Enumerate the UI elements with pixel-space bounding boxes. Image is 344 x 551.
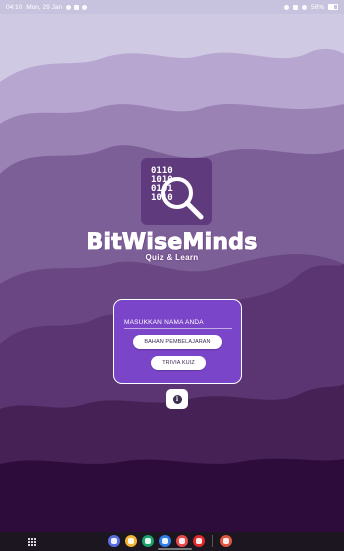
- status-left: 04:10 Mon, 29 Jan: [6, 3, 88, 11]
- messages-app-icon[interactable]: [108, 535, 120, 547]
- status-date: Mon, 29 Jan: [26, 3, 63, 11]
- status-right: 58%: [283, 3, 338, 11]
- battery-icon: [328, 4, 338, 10]
- app-tagline: Quiz & Learn: [145, 253, 199, 262]
- notification-icons: [66, 4, 88, 10]
- app-title: BitWiseMinds: [86, 230, 258, 256]
- app-screen: 04:10 Mon, 29 Jan 58% 0110 1010 0101 101: [0, 0, 344, 551]
- phone-app-icon[interactable]: [142, 535, 154, 547]
- info-icon: i: [172, 394, 182, 404]
- ground-layer: [0, 458, 344, 532]
- home-handle[interactable]: [158, 548, 192, 550]
- status-time: 04:10: [6, 3, 23, 11]
- info-button[interactable]: i: [166, 389, 188, 409]
- mountain-background: [0, 14, 344, 532]
- recent-app-icon[interactable]: [220, 535, 232, 547]
- wifi-icon: [301, 4, 307, 10]
- name-entry-card: MASUKKAN NAMA ANDA BAHAN PEMBELAJARAN TR…: [113, 299, 242, 384]
- app-dock: [108, 535, 232, 547]
- mute-icon: [292, 4, 298, 10]
- chrome-app-icon[interactable]: [159, 535, 171, 547]
- gallery-icon: [74, 4, 80, 10]
- learning-materials-button[interactable]: BAHAN PEMBELAJARAN: [133, 335, 222, 349]
- battery-percent: 58%: [310, 3, 324, 11]
- youtube-app-icon[interactable]: [193, 535, 205, 547]
- notification-icon: [66, 4, 72, 10]
- trivia-quiz-button[interactable]: TRIVIA KUIZ: [151, 356, 206, 370]
- alarm-icon: [82, 4, 88, 10]
- logo-box: 0110 1010 0101 1010: [141, 158, 212, 225]
- bluetooth-icon: [283, 4, 289, 10]
- app-drawer-icon[interactable]: [28, 538, 36, 546]
- camera-app-icon[interactable]: [176, 535, 188, 547]
- name-input-underline[interactable]: [124, 328, 232, 329]
- status-bar: 04:10 Mon, 29 Jan 58%: [0, 0, 344, 14]
- name-input-label[interactable]: MASUKKAN NAMA ANDA: [124, 319, 204, 326]
- magnifier-icon: [161, 177, 204, 220]
- notes-app-icon[interactable]: [125, 535, 137, 547]
- dock-divider: [212, 535, 213, 547]
